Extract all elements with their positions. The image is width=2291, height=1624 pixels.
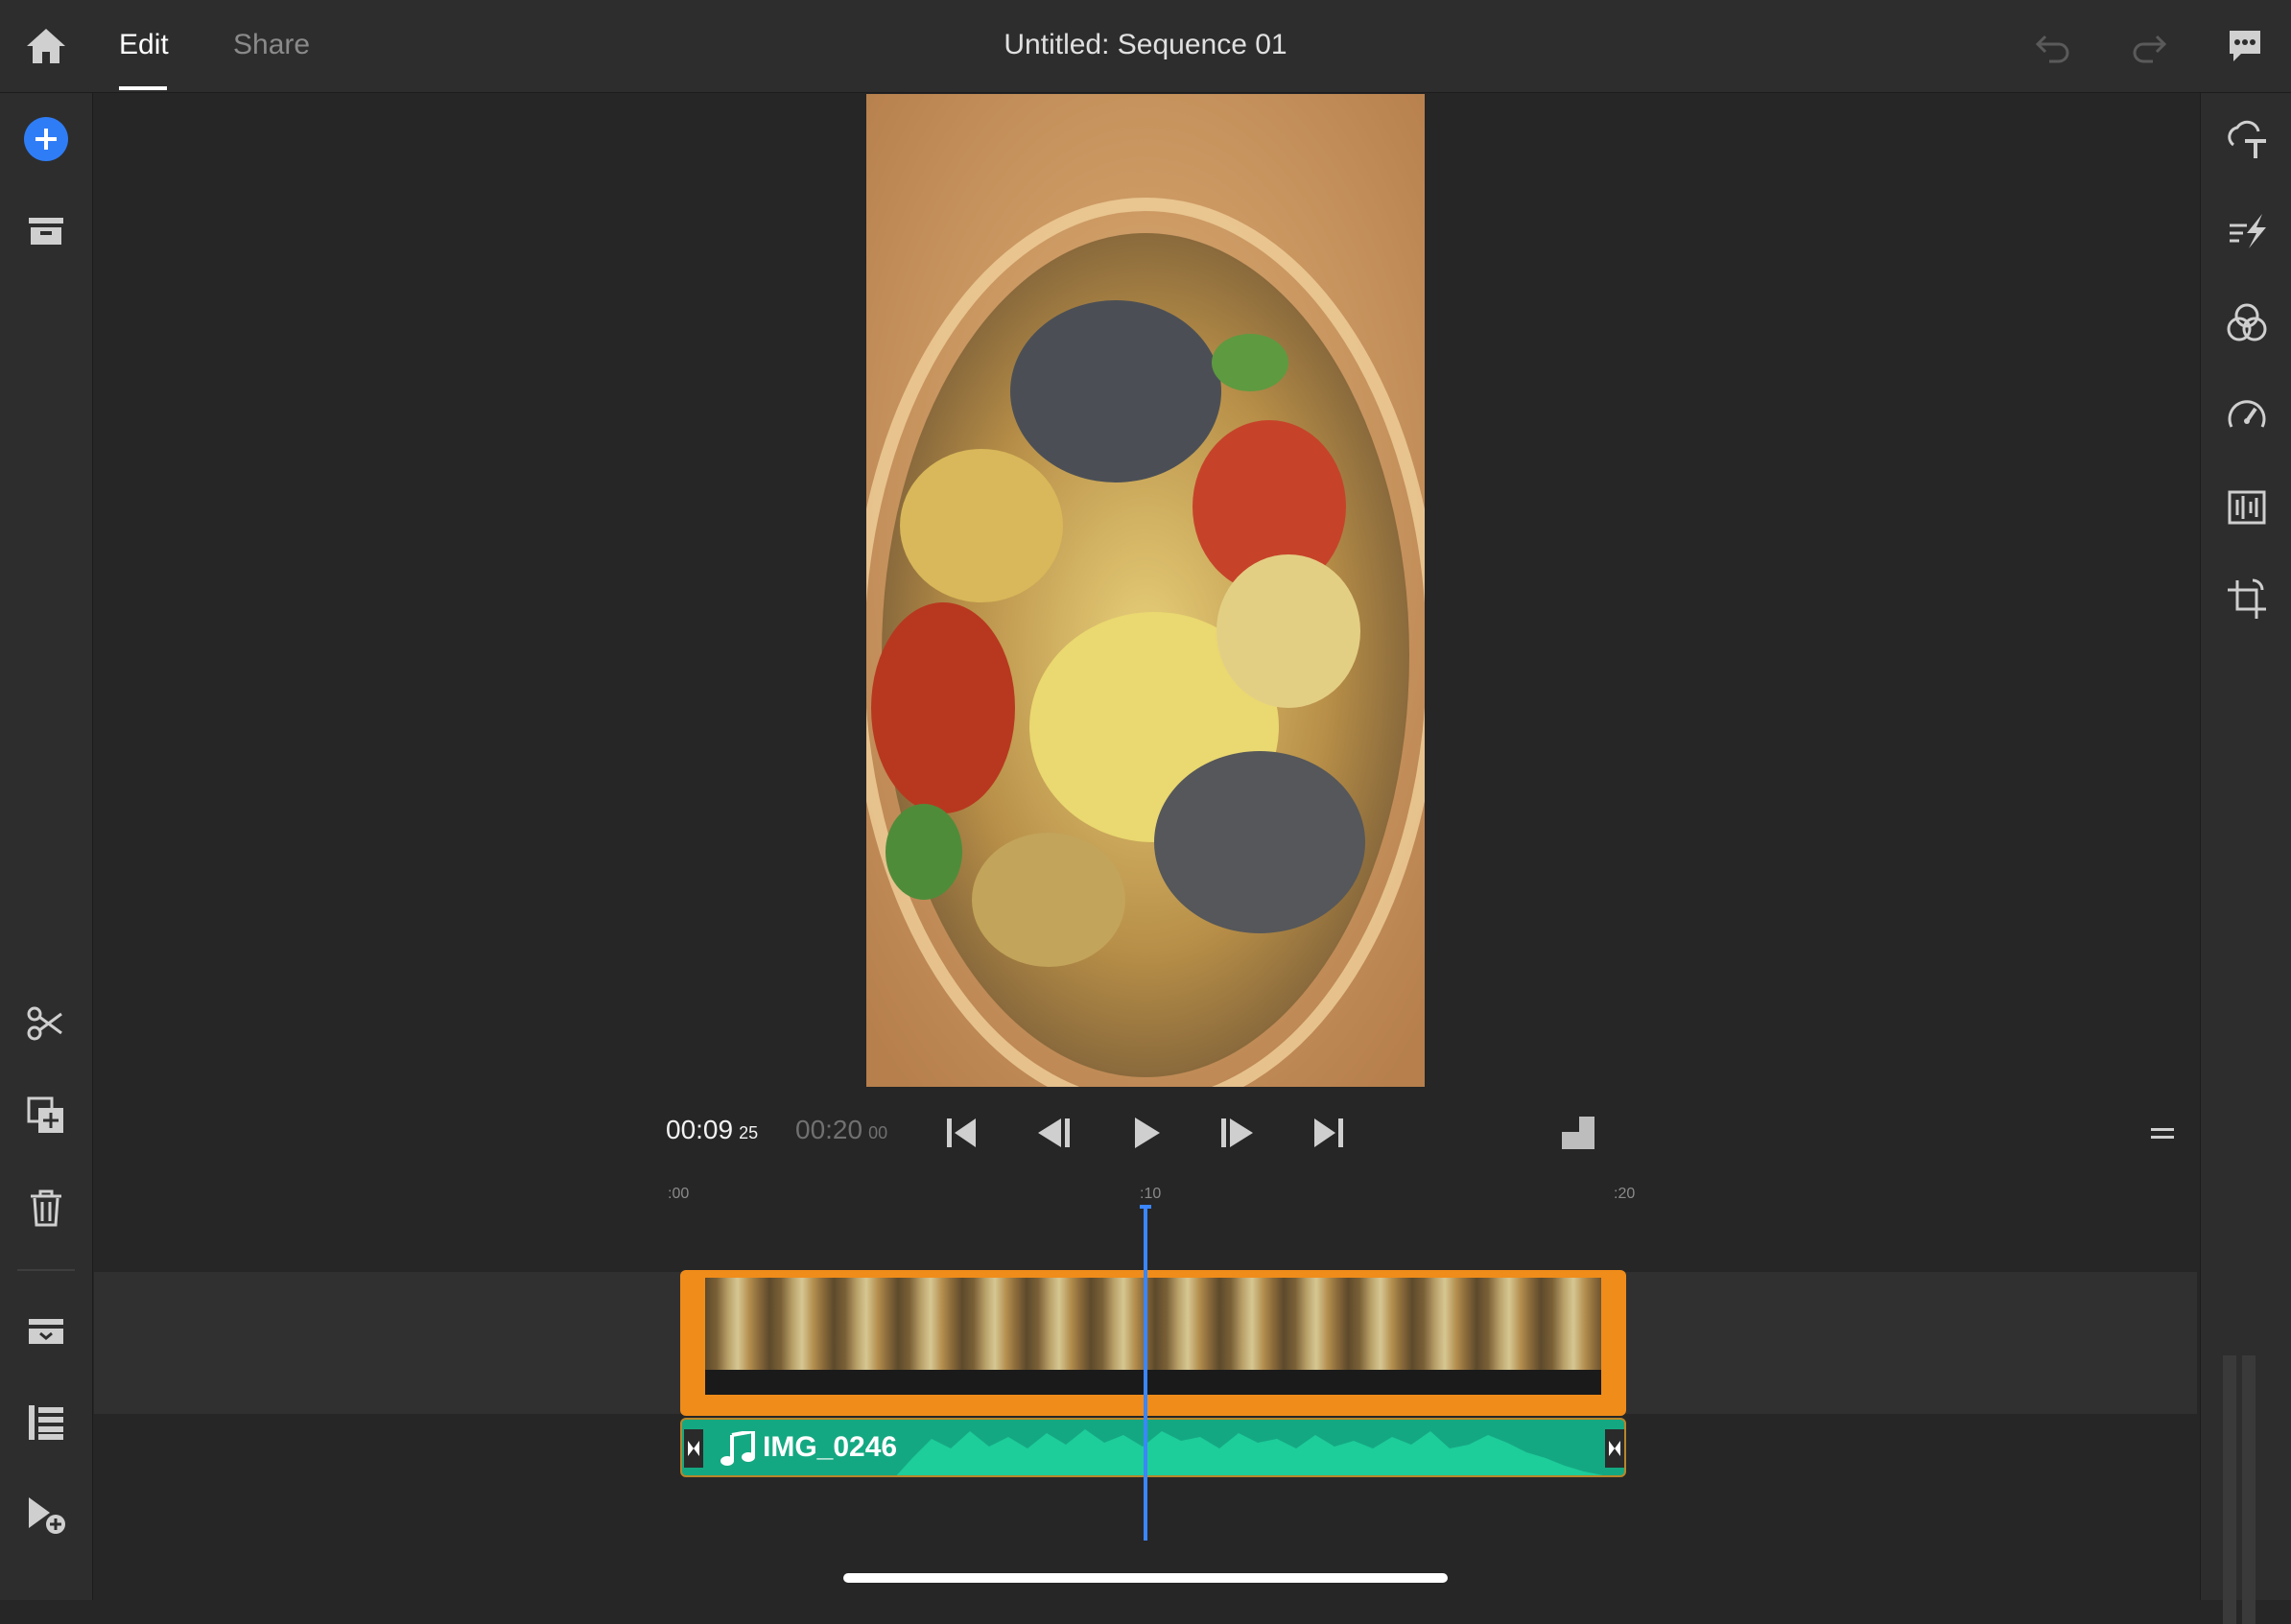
video-clip[interactable] bbox=[680, 1270, 1626, 1416]
delete-icon[interactable] bbox=[23, 1185, 69, 1231]
home-indicator[interactable] bbox=[843, 1573, 1448, 1583]
step-back-icon[interactable] bbox=[1034, 1113, 1075, 1153]
toolbar-divider bbox=[17, 1269, 75, 1271]
duplicate-icon[interactable] bbox=[23, 1093, 69, 1139]
add-clip-icon[interactable] bbox=[23, 1492, 69, 1538]
video-preview[interactable] bbox=[866, 94, 1425, 1087]
current-timecode: 00:09 25 bbox=[666, 1115, 758, 1145]
clip-filmstrip bbox=[705, 1278, 1601, 1395]
duration-timecode: 00:20 00 bbox=[795, 1115, 887, 1145]
duration-time: 00:20 bbox=[795, 1115, 863, 1144]
track-list-icon[interactable] bbox=[23, 1400, 69, 1446]
clip-audio-strip bbox=[705, 1370, 1601, 1395]
project-icon[interactable] bbox=[23, 208, 69, 254]
go-to-start-icon[interactable] bbox=[941, 1113, 981, 1153]
split-clip-icon[interactable] bbox=[23, 1000, 69, 1047]
current-frames: 25 bbox=[739, 1123, 759, 1142]
color-icon[interactable] bbox=[2224, 300, 2270, 346]
timeline-menu-icon[interactable] bbox=[2147, 1118, 2178, 1149]
playhead[interactable] bbox=[1144, 1209, 1147, 1541]
left-toolbar bbox=[0, 93, 93, 1600]
tab-active-indicator bbox=[119, 86, 167, 90]
share-upload-icon[interactable] bbox=[2224, 116, 2270, 162]
ruler-label-mid: :10 bbox=[1140, 1186, 1162, 1202]
audio-trim-handle-left-icon[interactable] bbox=[684, 1429, 703, 1468]
redo-icon[interactable] bbox=[2128, 25, 2170, 67]
transitions-icon[interactable] bbox=[2224, 208, 2270, 254]
step-forward-icon[interactable] bbox=[1216, 1113, 1257, 1153]
undo-icon[interactable] bbox=[2032, 25, 2074, 67]
music-note-icon bbox=[720, 1431, 755, 1466]
play-icon[interactable] bbox=[1125, 1113, 1166, 1153]
preview-frame-image bbox=[866, 94, 1425, 1087]
aspect-ratio-icon[interactable] bbox=[1558, 1113, 1598, 1153]
audio-meter-right bbox=[2242, 1355, 2256, 1624]
ruler-label-end: :20 bbox=[1614, 1186, 1636, 1202]
titles-icon[interactable] bbox=[23, 1307, 69, 1353]
page-title: Untitled: Sequence 01 bbox=[1004, 29, 1287, 60]
go-to-end-icon[interactable] bbox=[1309, 1113, 1349, 1153]
feedback-icon[interactable] bbox=[2224, 25, 2266, 67]
duration-frames: 00 bbox=[868, 1123, 888, 1142]
audio-clip-label: IMG_0246 bbox=[763, 1431, 898, 1463]
add-media-icon[interactable] bbox=[23, 116, 69, 162]
speed-icon[interactable] bbox=[2224, 392, 2270, 438]
ruler-label-start: :00 bbox=[668, 1186, 690, 1202]
right-toolbar bbox=[2200, 93, 2291, 1624]
current-time: 00:09 bbox=[666, 1115, 734, 1144]
top-bar: Edit Share Untitled: Sequence 01 bbox=[0, 0, 2291, 93]
audio-icon[interactable] bbox=[2224, 484, 2270, 530]
audio-clip[interactable]: IMG_0246 bbox=[680, 1418, 1626, 1477]
crop-icon[interactable] bbox=[2224, 577, 2270, 623]
audio-meter-left bbox=[2223, 1355, 2236, 1624]
audio-trim-handle-right-icon[interactable] bbox=[1605, 1429, 1624, 1468]
